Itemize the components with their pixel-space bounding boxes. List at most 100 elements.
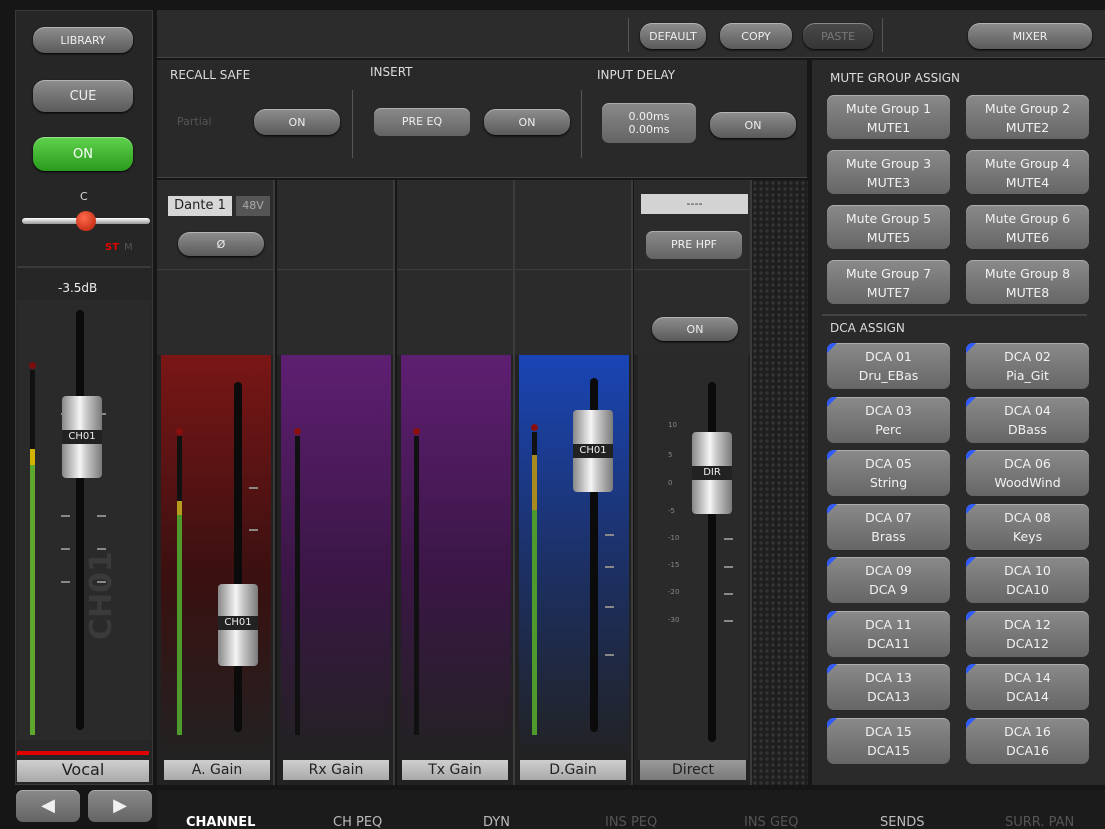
dca-1-button[interactable]: DCA 01 Dru_EBas — [827, 343, 950, 389]
phantom-48v-label[interactable]: 48V — [236, 196, 270, 216]
dca-name: DCA 03 — [865, 402, 912, 418]
pre-hpf-button[interactable]: PRE HPF — [646, 231, 742, 259]
d-gain-label[interactable]: D.Gain — [520, 760, 626, 780]
d-gain-meter — [532, 432, 537, 735]
dca-name: DCA 11 — [865, 616, 912, 632]
mute-group-7-button[interactable]: Mute Group 7 MUTE7 — [827, 260, 950, 304]
input-delay-value[interactable]: 0.00ms 0.00ms — [602, 103, 696, 143]
level-readout: -3.5dB — [58, 281, 98, 295]
input-delay-value-2: 0.00ms — [628, 123, 670, 136]
mute-group-name: Mute Group 3 — [845, 156, 932, 171]
dante-input-label[interactable]: Dante 1 — [168, 196, 232, 216]
dca-8-button[interactable]: DCA 08 Keys — [966, 503, 1089, 550]
dca-9-button[interactable]: DCA 09 DCA 9 — [827, 557, 950, 603]
rx-gain-label[interactable]: Rx Gain — [283, 760, 389, 780]
tab-dyn[interactable]: DYN — [483, 815, 510, 829]
direct-on-button[interactable]: ON — [652, 317, 738, 341]
rx-gain-meter — [295, 436, 300, 735]
direct-input-box[interactable]: ---- — [641, 194, 748, 214]
dca-assign-marker — [827, 450, 837, 460]
dca-2-button[interactable]: DCA 02 Pia_Git — [966, 343, 1089, 389]
mute-group-1-button[interactable]: Mute Group 1 MUTE1 — [827, 95, 950, 139]
mute-group-sub: MUTE1 — [866, 120, 911, 135]
dca-11-button[interactable]: DCA 11 DCA11 — [827, 610, 950, 657]
mute-group-name: Mute Group 8 — [984, 266, 1071, 281]
dca-4-button[interactable]: DCA 04 DBass — [966, 396, 1089, 443]
channel-name[interactable]: Vocal — [17, 760, 149, 782]
a-gain-label[interactable]: A. Gain — [164, 760, 270, 780]
dca-15-button[interactable]: DCA 15 DCA15 — [827, 717, 950, 764]
dca-10-button[interactable]: DCA 10 DCA10 — [966, 557, 1089, 603]
copy-button[interactable]: COPY — [720, 23, 792, 49]
insert-pre-eq-button[interactable]: PRE EQ — [374, 108, 470, 136]
dca-16-button[interactable]: DCA 16 DCA16 — [966, 717, 1089, 764]
dca-sub: DCA12 — [1006, 635, 1049, 651]
fader-tick — [249, 529, 258, 531]
mixer-app: LIBRARY CUE ON C ST M -3.5dB CH01 CH01 V… — [0, 0, 1105, 829]
mute-group-title: MUTE GROUP ASSIGN — [830, 71, 961, 85]
scale-label: 0 — [668, 479, 673, 487]
dca-5-button[interactable]: DCA 05 String — [827, 450, 950, 496]
recall-safe-on-button[interactable]: ON — [254, 109, 340, 135]
tab-ins-peq[interactable]: INS PEQ — [605, 815, 657, 829]
dca-6-button[interactable]: DCA 06 WoodWind — [966, 450, 1089, 496]
mute-group-6-button[interactable]: Mute Group 6 MUTE6 — [966, 205, 1089, 249]
insert-on-button[interactable]: ON — [484, 109, 570, 135]
channel-on-button[interactable]: ON — [33, 137, 133, 171]
fader-tick — [61, 548, 70, 550]
dca-12-button[interactable]: DCA 12 DCA12 — [966, 610, 1089, 657]
dca-assign-marker — [966, 610, 976, 621]
input-delay-value-1: 0.00ms — [628, 110, 670, 123]
mute-group-8-button[interactable]: Mute Group 8 MUTE8 — [966, 260, 1089, 304]
tx-gain-label[interactable]: Tx Gain — [402, 760, 508, 780]
tab-channel[interactable]: CHANNEL — [186, 815, 255, 829]
a-gain-fader-track[interactable] — [234, 382, 242, 732]
d-gain-fader-cap[interactable]: CH01 — [573, 410, 613, 492]
dca-14-button[interactable]: DCA 14 DCA14 — [966, 664, 1089, 710]
dca-3-button[interactable]: DCA 03 Perc — [827, 396, 950, 443]
paste-button[interactable]: PASTE — [803, 23, 873, 49]
dca-assign-marker — [827, 717, 837, 728]
pan-knob[interactable] — [76, 211, 96, 231]
dca-13-button[interactable]: DCA 13 DCA13 — [827, 664, 950, 710]
prev-channel-button[interactable]: ◀ — [16, 790, 80, 822]
dca-assign-marker — [966, 557, 976, 567]
dca-name: DCA 15 — [865, 723, 912, 739]
mute-group-sub: MUTE2 — [1005, 120, 1050, 135]
dca-name: DCA 04 — [1004, 402, 1051, 418]
left-fader-cap[interactable]: CH01 — [62, 396, 102, 478]
mixer-button[interactable]: MIXER — [968, 23, 1092, 49]
left-fader-track[interactable] — [76, 310, 84, 730]
a-gain-fader-cap[interactable]: CH01 — [218, 584, 258, 666]
mute-group-4-button[interactable]: Mute Group 4 MUTE4 — [966, 150, 1089, 194]
section-divider — [352, 90, 353, 158]
input-delay-on-button[interactable]: ON — [710, 112, 796, 138]
dca-assign-marker — [827, 503, 837, 514]
library-button[interactable]: LIBRARY — [33, 27, 133, 53]
cue-button[interactable]: CUE — [33, 80, 133, 112]
tab-sends[interactable]: SENDS — [880, 815, 924, 829]
mute-group-sub: MUTE8 — [1005, 285, 1050, 300]
dca-sub: Dru_EBas — [858, 368, 919, 383]
tab-surr-pan[interactable]: SURR. PAN — [1005, 815, 1074, 829]
direct-fader-cap[interactable]: DIR — [692, 432, 732, 514]
dca-7-button[interactable]: DCA 07 Brass — [827, 503, 950, 550]
dca-sub: DCA 9 — [869, 582, 908, 597]
dca-sub: Keys — [1012, 528, 1043, 544]
next-channel-button[interactable]: ▶ — [88, 790, 152, 822]
mute-group-5-button[interactable]: Mute Group 5 MUTE5 — [827, 205, 950, 249]
mute-group-3-button[interactable]: Mute Group 3 MUTE3 — [827, 150, 950, 194]
fader-tick — [724, 566, 733, 568]
mute-group-name: Mute Group 7 — [845, 266, 932, 281]
tab-ins-geq[interactable]: INS GEQ — [744, 815, 798, 829]
mute-group-2-button[interactable]: Mute Group 2 MUTE2 — [966, 95, 1089, 139]
fader-tick — [61, 515, 70, 517]
default-button[interactable]: DEFAULT — [640, 23, 706, 49]
fader-cap-label: DIR — [692, 466, 732, 480]
mute-group-name: Mute Group 5 — [845, 211, 932, 226]
dca-sub: DCA16 — [1006, 742, 1049, 758]
tab-ch-peq[interactable]: CH PEQ — [333, 815, 382, 829]
direct-label[interactable]: Direct — [640, 760, 746, 780]
left-level-meter — [30, 370, 35, 735]
phase-button[interactable]: Ø — [178, 232, 264, 256]
